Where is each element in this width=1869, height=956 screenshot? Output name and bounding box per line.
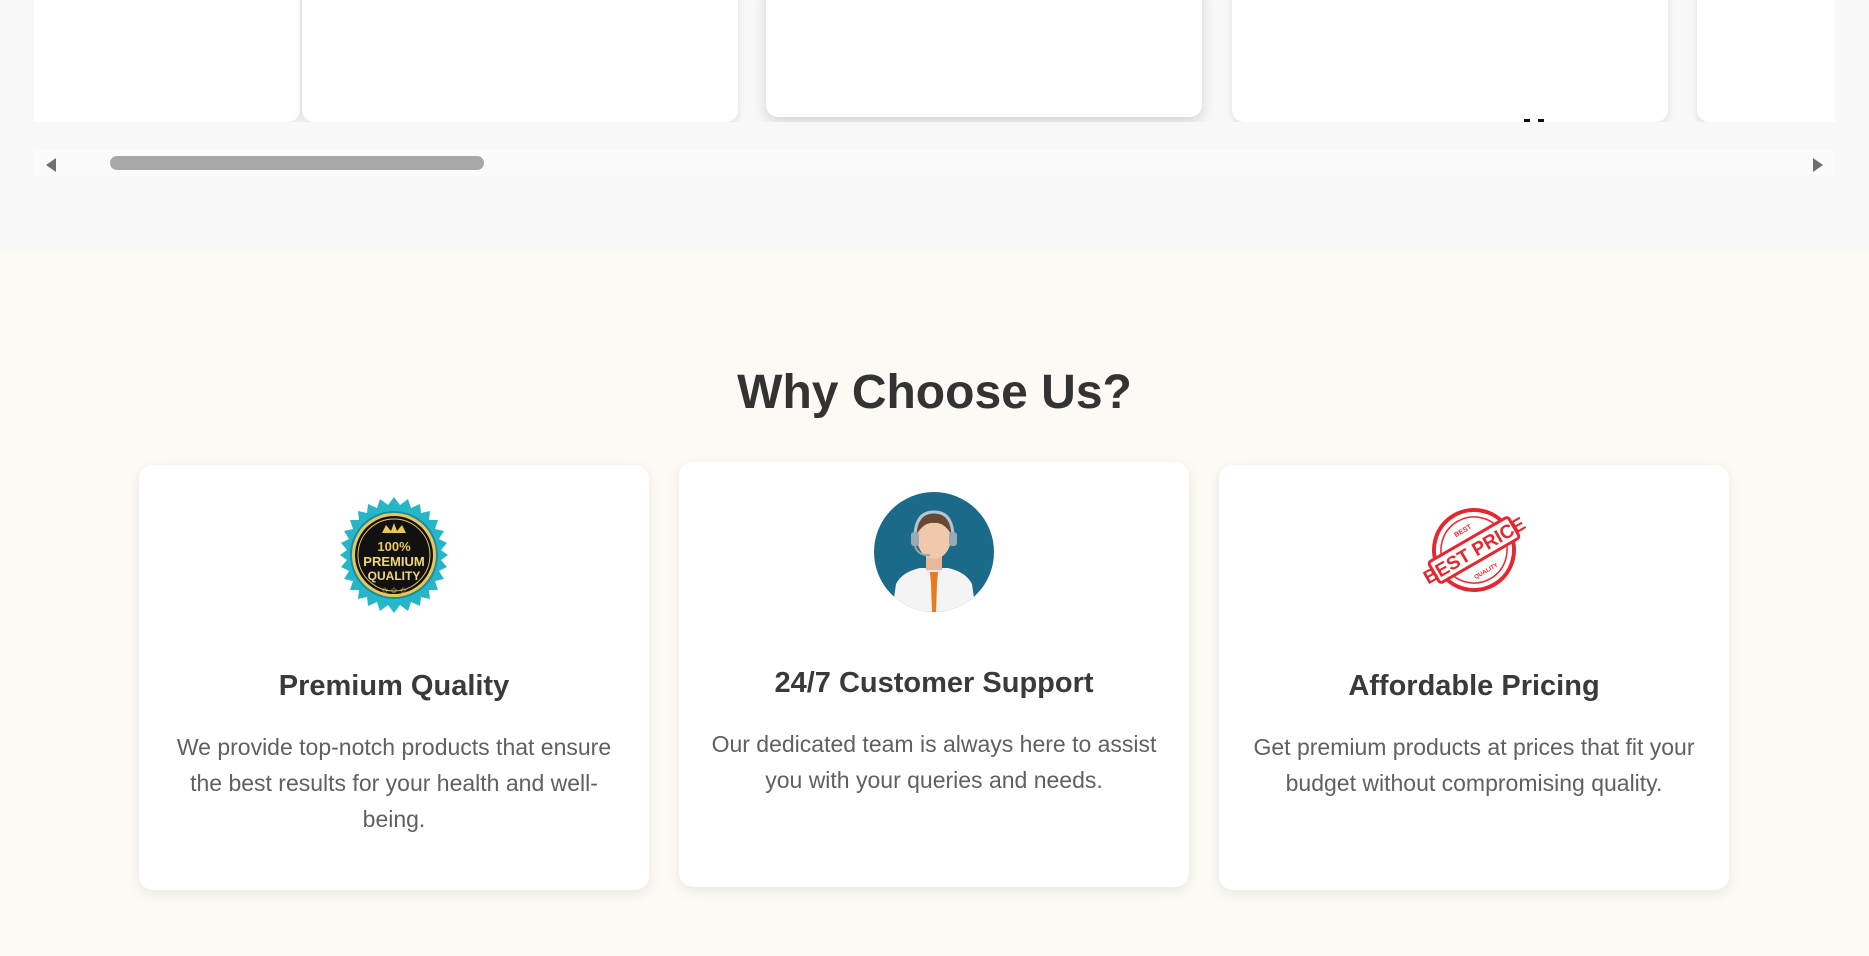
- product-card[interactable]: [766, 0, 1202, 117]
- product-carousel: [34, 0, 1835, 122]
- card-text-fragment: [1524, 119, 1558, 122]
- scroll-right-arrow-icon[interactable]: [1813, 158, 1823, 172]
- carousel-scrollbar[interactable]: [34, 150, 1835, 176]
- feature-description: Get premium products at prices that fit …: [1253, 734, 1695, 796]
- feature-card-premium-quality: 100% PREMIUM QUALITY ✩ ✩ ✩ Premium Quali…: [139, 465, 649, 890]
- section-title: Why Choose Us?: [737, 366, 1132, 419]
- stamp-text-quality: QUALITY: [1474, 562, 1500, 580]
- product-card[interactable]: [34, 0, 300, 122]
- feature-title: Premium Quality: [278, 670, 510, 702]
- badge-text-premium: PREMIUM: [363, 554, 424, 569]
- product-carousel-section: [0, 0, 1869, 250]
- feature-title: Affordable Pricing: [1348, 670, 1600, 702]
- badge-text-100: 100%: [377, 539, 411, 554]
- premium-quality-badge-icon: 100% PREMIUM QUALITY ✩ ✩ ✩: [334, 495, 454, 615]
- feature-title: 24/7 Customer Support: [774, 667, 1094, 699]
- svg-text:✩ ✩ ✩: ✩ ✩ ✩: [381, 586, 406, 595]
- feature-card-customer-support: 24/7 Customer Support Our dedicated team…: [679, 462, 1189, 887]
- feature-card-affordable-pricing: BEST PRICE BEST QUALITY Affordable Prici…: [1219, 465, 1729, 890]
- customer-support-agent-icon: [874, 492, 994, 612]
- feature-description: We provide top-notch products that ensur…: [176, 734, 612, 832]
- product-card[interactable]: [1232, 0, 1668, 122]
- scrollbar-thumb[interactable]: [110, 156, 484, 170]
- badge-text-quality: QUALITY: [368, 569, 421, 583]
- why-choose-us-section: Why Choose Us? 100% PREMIUM QUALITY ✩ ✩ …: [0, 250, 1869, 956]
- best-price-stamp-icon: BEST PRICE BEST QUALITY: [1414, 495, 1534, 615]
- product-card[interactable]: [1697, 0, 1835, 122]
- scroll-left-arrow-icon[interactable]: [46, 158, 56, 172]
- feature-description: Our dedicated team is always here to ass…: [711, 731, 1157, 793]
- product-card[interactable]: [302, 0, 738, 122]
